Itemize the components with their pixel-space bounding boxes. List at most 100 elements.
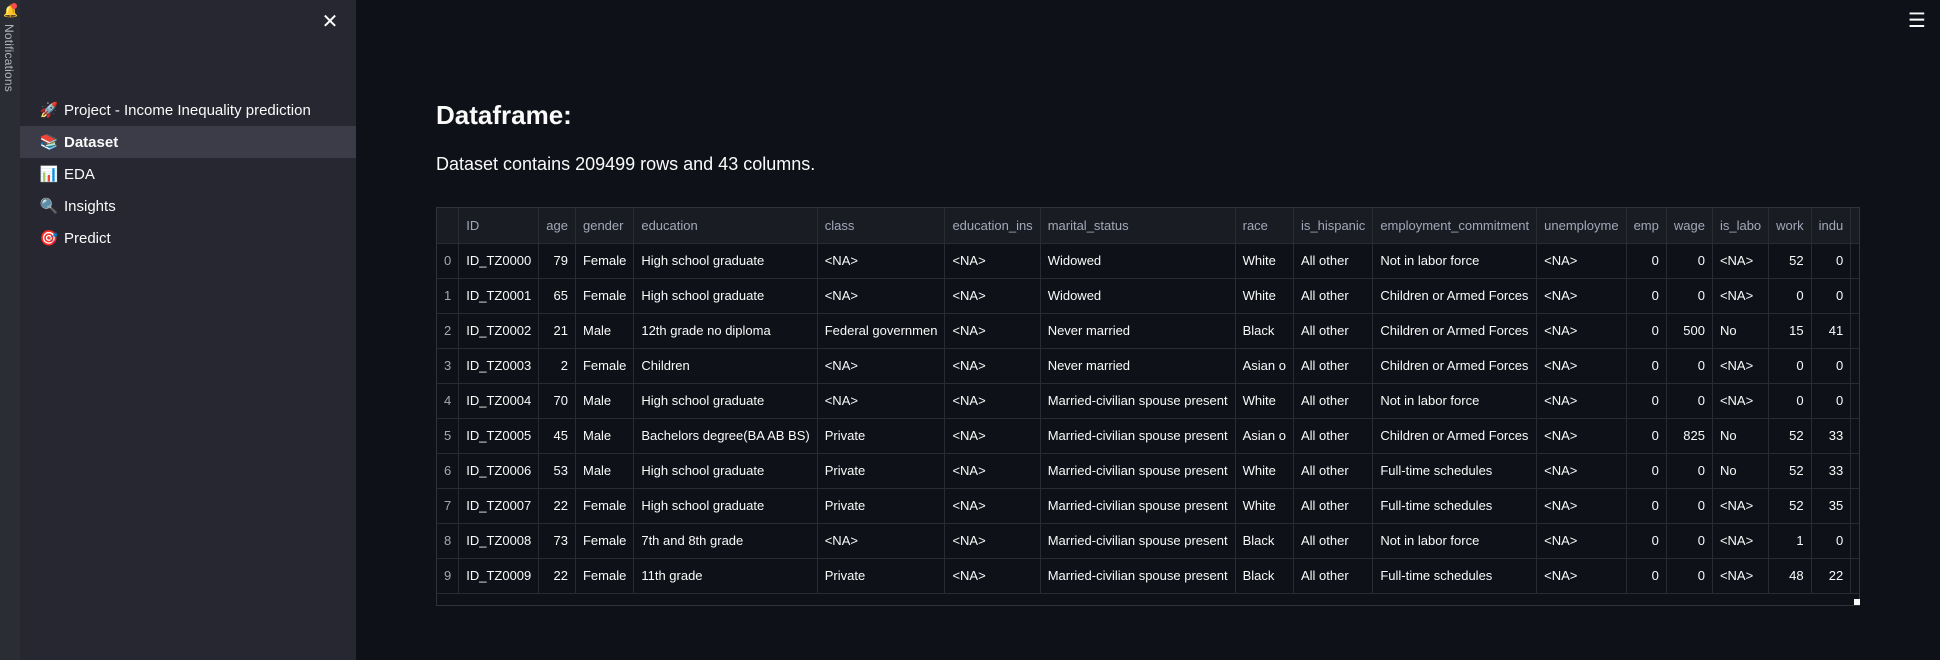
table-cell[interactable]: 22 — [538, 558, 576, 594]
table-cell[interactable]: <NA> — [1536, 488, 1627, 524]
column-header[interactable]: wage — [1666, 208, 1713, 244]
column-header[interactable]: employment_commitment — [1372, 208, 1538, 244]
table-cell[interactable]: <NA> — [817, 278, 946, 314]
table-cell[interactable]: 0 — [1666, 558, 1713, 594]
table-cell[interactable]: High school graduate — [633, 278, 818, 314]
column-header[interactable]: unemployme — [1536, 208, 1627, 244]
table-cell[interactable]: Female — [575, 278, 635, 314]
row-index[interactable]: 2 — [437, 313, 460, 349]
table-cell[interactable]: All other — [1293, 558, 1374, 594]
table-cell[interactable]: 52 — [1768, 243, 1812, 279]
table-cell[interactable]: 45 — [538, 418, 576, 454]
table-cell[interactable]: Widowed — [1040, 243, 1236, 279]
table-cell[interactable]: Widowed — [1040, 278, 1236, 314]
table-cell[interactable]: 0 — [1768, 383, 1812, 419]
table-cell[interactable]: 825 — [1666, 418, 1713, 454]
table-cell[interactable]: White — [1235, 453, 1294, 489]
notifications-strip[interactable]: 🔔 Notifications — [0, 0, 20, 660]
table-cell[interactable]: 41 — [1811, 313, 1852, 349]
table-cell[interactable]: <NA> — [1712, 488, 1770, 524]
table-cell[interactable]: Children or Armed Forces — [1372, 418, 1538, 454]
table-cell[interactable]: ID_TZ0007 — [458, 488, 540, 524]
table-cell[interactable]: <NA> — [944, 348, 1041, 384]
table-cell[interactable]: Black — [1235, 558, 1294, 594]
table-cell[interactable]: 0 — [1626, 453, 1667, 489]
table-row[interactable]: 8 ID_TZ0008 73 Female 7th and 8th grade <NA> <… — [437, 523, 1859, 559]
table-cell[interactable]: Male — [575, 313, 635, 349]
table-cell[interactable]: <NA> — [1536, 453, 1627, 489]
table-cell[interactable]: All other — [1293, 313, 1374, 349]
table-row[interactable]: 1 ID_TZ0001 65 Female High school graduate <N… — [437, 278, 1859, 314]
table-cell[interactable]: All other — [1293, 348, 1374, 384]
table-row[interactable]: 0 ID_TZ0000 79 Female High school graduate <N… — [437, 243, 1859, 279]
table-cell[interactable]: N — [1850, 523, 1859, 559]
table-cell[interactable]: White — [1235, 488, 1294, 524]
table-cell[interactable]: Children or Armed Forces — [1372, 313, 1538, 349]
table-cell[interactable]: <NA> — [1536, 558, 1627, 594]
column-header[interactable]: education_ins — [944, 208, 1041, 244]
table-cell[interactable]: <NA> — [1536, 523, 1627, 559]
table-cell[interactable]: ID_TZ0009 — [458, 558, 540, 594]
table-cell[interactable]: <NA> — [1712, 523, 1770, 559]
column-header[interactable]: emp — [1626, 208, 1667, 244]
table-cell[interactable]: 0 — [1626, 278, 1667, 314]
table-cell[interactable]: Full-time schedules — [1372, 488, 1538, 524]
table-cell[interactable]: 0 — [1626, 523, 1667, 559]
table-cell[interactable]: Not in labor force — [1372, 243, 1538, 279]
table-cell[interactable]: Never married — [1040, 348, 1236, 384]
table-cell[interactable]: 0 — [1811, 243, 1852, 279]
column-header[interactable]: in — [1850, 208, 1859, 244]
table-row[interactable]: 4 ID_TZ0004 70 Male High school graduate <NA>… — [437, 383, 1859, 419]
table-cell[interactable]: 15 — [1768, 313, 1812, 349]
table-cell[interactable]: ID_TZ0006 — [458, 453, 540, 489]
column-header[interactable]: ID — [458, 208, 540, 244]
table-cell[interactable]: 22 — [1811, 558, 1852, 594]
table-cell[interactable]: No — [1712, 453, 1770, 489]
column-header[interactable]: class — [817, 208, 946, 244]
table-cell[interactable]: Married-civilian spouse present — [1040, 488, 1236, 524]
table-cell[interactable]: 21 — [538, 313, 576, 349]
table-cell[interactable]: <NA> — [1712, 383, 1770, 419]
table-row[interactable]: 9 ID_TZ0009 22 Female 11th grade Private <NA> M… — [437, 558, 1859, 594]
table-cell[interactable]: <NA> — [1712, 558, 1770, 594]
table-cell[interactable]: 11th grade — [633, 558, 818, 594]
table-cell[interactable]: White — [1235, 243, 1294, 279]
table-cell[interactable]: All other — [1293, 243, 1374, 279]
table-cell[interactable]: ID_TZ0004 — [458, 383, 540, 419]
table-cell[interactable]: 0 — [1626, 383, 1667, 419]
table-cell[interactable]: Fi — [1850, 488, 1859, 524]
table-cell[interactable]: Female — [575, 348, 635, 384]
table-cell[interactable]: ID_TZ0008 — [458, 523, 540, 559]
table-cell[interactable]: <NA> — [944, 313, 1041, 349]
row-index[interactable]: 0 — [437, 243, 460, 279]
table-cell[interactable]: 0 — [1666, 348, 1713, 384]
table-cell[interactable]: 0 — [1811, 523, 1852, 559]
table-cell[interactable]: All other — [1293, 278, 1374, 314]
table-cell[interactable]: 0 — [1811, 348, 1852, 384]
table-cell[interactable]: 22 — [538, 488, 576, 524]
table-cell[interactable]: <NA> — [817, 523, 946, 559]
table-cell[interactable]: 0 — [1666, 488, 1713, 524]
table-cell[interactable]: 35 — [1811, 488, 1852, 524]
table-cell[interactable]: Married-civilian spouse present — [1040, 523, 1236, 559]
table-cell[interactable]: 33 — [1811, 418, 1852, 454]
table-cell[interactable]: Female — [575, 488, 635, 524]
column-header[interactable]: work — [1768, 208, 1812, 244]
table-cell[interactable]: <NA> — [1536, 313, 1627, 349]
table-cell[interactable]: Private — [817, 418, 946, 454]
table-cell[interactable]: Black — [1235, 523, 1294, 559]
table-cell[interactable]: 2 — [538, 348, 576, 384]
table-cell[interactable]: 79 — [538, 243, 576, 279]
sidebar-item-predict[interactable]: 🎯 Predict — [20, 222, 356, 254]
table-cell[interactable]: All other — [1293, 453, 1374, 489]
table-cell[interactable]: Black — [1235, 313, 1294, 349]
table-cell[interactable]: <NA> — [944, 418, 1041, 454]
table-cell[interactable]: All other — [1293, 488, 1374, 524]
table-cell[interactable]: <NA> — [1536, 278, 1627, 314]
table-cell[interactable]: High school graduate — [633, 383, 818, 419]
table-cell[interactable]: Female — [575, 558, 635, 594]
table-cell[interactable]: 0 — [1626, 558, 1667, 594]
table-cell[interactable]: High school graduate — [633, 453, 818, 489]
table-cell[interactable]: 33 — [1811, 453, 1852, 489]
table-cell[interactable]: <NA> — [944, 488, 1041, 524]
